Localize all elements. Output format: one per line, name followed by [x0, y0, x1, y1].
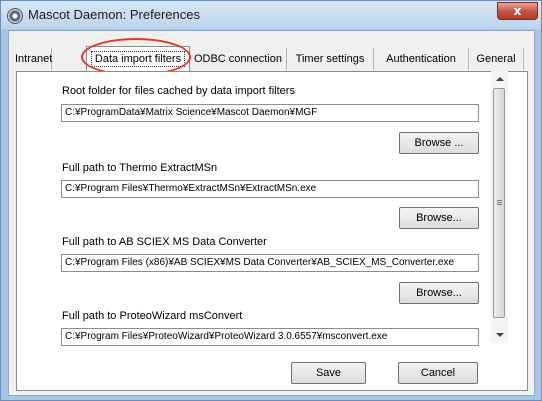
- tab-timer-settings[interactable]: Timer settings: [287, 48, 374, 70]
- preferences-window: Mascot Daemon: Preferences x Intranet Da…: [0, 0, 542, 401]
- scroll-up-arrow-icon[interactable]: [496, 77, 504, 81]
- scroll-down-arrow-icon[interactable]: [496, 333, 504, 337]
- tab-label: General: [476, 53, 516, 65]
- dialog-body: Intranet Data import filters ODBC connec…: [8, 30, 535, 396]
- vertical-scrollbar[interactable]: [491, 71, 508, 343]
- browse-extractmsn-button[interactable]: Browse...: [399, 207, 479, 229]
- tab-intranet[interactable]: Intranet: [15, 48, 52, 70]
- thumb-grip-line: [497, 200, 502, 201]
- tab-panel-data-import-filters: Root folder for files cached by data imp…: [16, 71, 528, 391]
- close-button[interactable]: x: [497, 2, 538, 20]
- thumb-grip-line: [497, 202, 502, 203]
- tab-general[interactable]: General: [469, 48, 524, 70]
- tab-odbc-connection[interactable]: ODBC connection: [190, 48, 287, 70]
- scrollbar-thumb[interactable]: [493, 88, 505, 318]
- cancel-button[interactable]: Cancel: [398, 362, 478, 384]
- browse-ab-sciex-button[interactable]: Browse...: [399, 282, 479, 304]
- tab-label: Intranet: [15, 53, 53, 65]
- browse-root-folder-button[interactable]: Browse ...: [399, 132, 479, 154]
- extractmsn-label: Full path to Thermo ExtractMSn: [62, 162, 218, 174]
- tab-label: Authentication: [386, 53, 456, 65]
- msconvert-path-field[interactable]: C:¥Program Files¥ProteoWizard¥ProteoWiza…: [61, 328, 479, 346]
- ab-sciex-converter-label: Full path to AB SCIEX MS Data Converter: [62, 236, 267, 248]
- tab-authentication[interactable]: Authentication: [374, 48, 469, 70]
- root-folder-label: Root folder for files cached by data imp…: [62, 85, 295, 97]
- root-folder-field[interactable]: C:¥ProgramData¥Matrix Science¥Mascot Dae…: [61, 104, 479, 122]
- title-bar[interactable]: Mascot Daemon: Preferences x: [1, 1, 541, 29]
- tab-label: Timer settings: [295, 53, 365, 65]
- tab-label: ODBC connection: [193, 53, 283, 65]
- msconvert-label: Full path to ProteoWizard msConvert: [62, 310, 243, 322]
- mascot-daemon-app-icon: [7, 8, 23, 24]
- extractmsn-path-field[interactable]: C:¥Program Files¥Thermo¥ExtractMSn¥Extra…: [61, 180, 479, 198]
- ab-sciex-converter-path-field[interactable]: C:¥Program Files (x86)¥AB SCIEX¥MS Data …: [61, 254, 479, 272]
- save-button[interactable]: Save: [291, 362, 366, 384]
- tab-strip: Intranet Data import filters ODBC connec…: [9, 31, 534, 76]
- thumb-grip-line: [497, 204, 502, 205]
- window-title: Mascot Daemon: Preferences: [28, 7, 200, 22]
